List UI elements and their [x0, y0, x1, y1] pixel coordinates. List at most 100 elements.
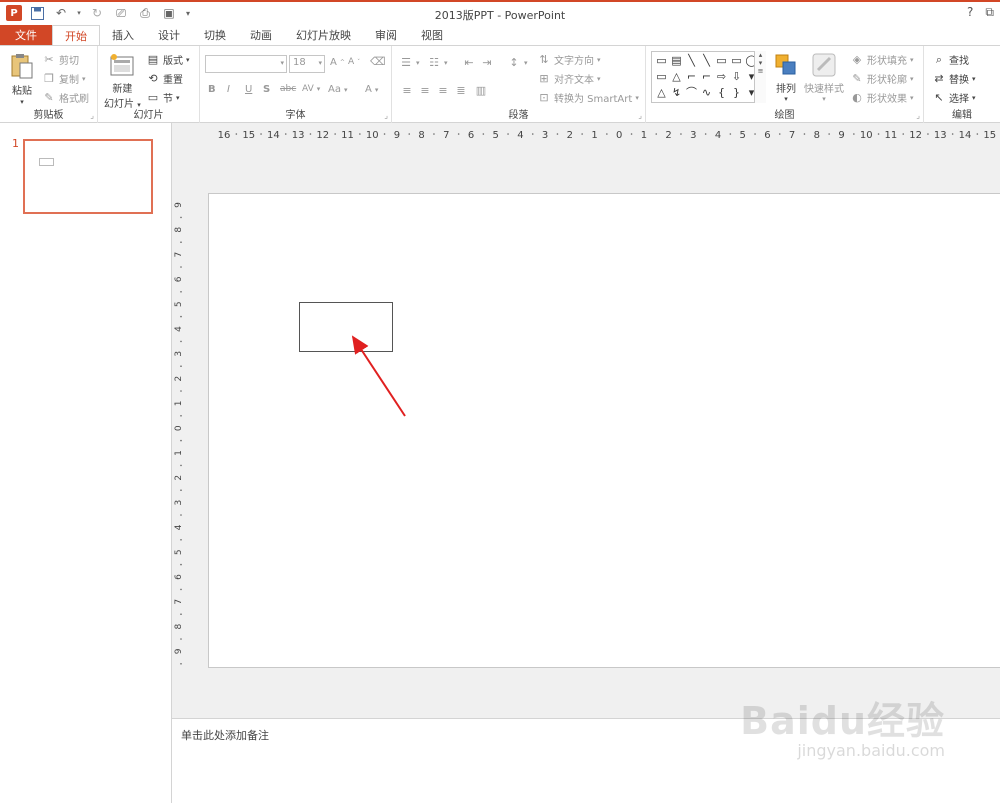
replace-button[interactable]: ⇄ 替换 ▾ [932, 71, 976, 87]
ribbon-display-icon[interactable]: ⧉ [985, 5, 994, 20]
shape-gallery-item[interactable]: ╲ [699, 53, 714, 69]
quick-styles-icon [810, 50, 838, 80]
shape-gallery-item[interactable]: ▭ [714, 53, 729, 69]
section-dropdown-icon: ▾ [176, 93, 180, 102]
align-text-button[interactable]: ⊞ 对齐文本 ▾ [537, 71, 600, 87]
copy-icon: ❐ [44, 71, 54, 85]
shape-outline-button[interactable]: ✎ 形状轮廓 ▾ [850, 71, 913, 87]
shape-gallery-item[interactable]: ╲ [684, 53, 699, 69]
font-launcher-icon[interactable]: ⌟ [384, 111, 388, 120]
tab-design[interactable]: 设计 [146, 25, 192, 45]
tab-review[interactable]: 审阅 [363, 25, 409, 45]
font-color-button[interactable]: A ▾ [365, 84, 378, 95]
font-size-combo[interactable]: 18 ▾ [289, 55, 325, 73]
shape-gallery-item[interactable]: ⇨ [714, 69, 729, 85]
v-ruler-label: 4 [174, 326, 184, 332]
help-icon[interactable]: ? [967, 5, 973, 20]
h-ruler-tick [408, 133, 411, 135]
shape-fill-button[interactable]: ◈ 形状填充 ▾ [850, 52, 914, 68]
rectangle-shape[interactable] [299, 302, 393, 352]
font-size-dropdown-icon: ▾ [318, 59, 322, 67]
drawing-launcher-icon[interactable]: ⌟ [916, 111, 920, 120]
font-name-combo[interactable]: ▾ [205, 55, 287, 73]
format-painter-button[interactable]: ✎ 格式刷 [42, 90, 89, 106]
italic-button[interactable]: I [227, 84, 230, 95]
copy-dropdown-icon: ▾ [82, 74, 86, 83]
gallery-more-icon[interactable]: ≡ [755, 67, 766, 75]
select-dropdown-icon: ▾ [972, 93, 976, 102]
underline-button[interactable]: U [245, 84, 252, 95]
increase-indent-button[interactable]: ⇥ [480, 56, 494, 70]
paste-button[interactable]: 粘贴 ▾ [8, 51, 36, 106]
h-ruler-label: 15 [242, 130, 255, 141]
h-ruler-tick [235, 133, 238, 135]
shape-outline-label: 形状轮廓 [867, 75, 907, 86]
title-bar: P ↶ ▾ ↻ ⎚ ⎙ ▣ ▾ 2013版PPT - PowerPoint ? … [0, 0, 1000, 25]
cut-label: 剪切 [59, 56, 79, 67]
section-button[interactable]: ▭ 节 ▾ [146, 90, 180, 106]
line-spacing-button[interactable]: ↕ ▾ [507, 56, 527, 70]
gallery-up-icon[interactable]: ▴ [755, 51, 766, 59]
tab-animations[interactable]: 动画 [238, 25, 284, 45]
h-ruler-tick [976, 133, 979, 135]
shape-gallery-item[interactable]: ▭ [729, 53, 744, 69]
shape-gallery-item[interactable]: △ [654, 85, 669, 101]
shape-gallery-item[interactable]: ⌒ [684, 85, 699, 101]
character-spacing-button[interactable]: AV ▾ [302, 84, 320, 94]
select-button[interactable]: ↖ 选择 ▾ [932, 90, 976, 106]
shape-gallery-item[interactable]: } [729, 85, 744, 101]
tab-file[interactable]: 文件 [0, 25, 52, 45]
reset-button[interactable]: ⟲ 重置 [146, 71, 183, 87]
strikethrough-button[interactable]: abc [280, 84, 296, 94]
shape-gallery-item[interactable]: ∿ [699, 85, 714, 101]
tab-insert[interactable]: 插入 [100, 25, 146, 45]
grow-font-button[interactable]: A ^ [330, 57, 345, 68]
shapes-gallery-scroll[interactable]: ▴ ▾ ≡ [754, 51, 766, 103]
change-case-button[interactable]: Aa ▾ [328, 84, 347, 95]
tab-home[interactable]: 开始 [52, 25, 100, 45]
align-center-button[interactable]: ≡ [418, 84, 432, 98]
smartart-button[interactable]: ⊡ 转换为 SmartArt ▾ [537, 90, 638, 106]
text-direction-button[interactable]: ⇅ 文字方向 ▾ [537, 52, 600, 68]
h-ruler-label: 13 [292, 130, 305, 141]
layout-button[interactable]: ▤ 版式 ▾ [146, 52, 190, 68]
shape-gallery-item[interactable]: ↯ [669, 85, 684, 101]
arrange-button[interactable]: 排列 ▾ [772, 50, 800, 103]
clipboard-launcher-icon[interactable]: ⌟ [90, 111, 94, 120]
shape-gallery-item[interactable]: ⌐ [699, 69, 714, 85]
align-right-button[interactable]: ≡ [436, 84, 450, 98]
copy-button[interactable]: ❐ 复制 ▾ [42, 71, 86, 87]
justify-button[interactable]: ≣ [454, 84, 468, 98]
clear-formatting-button[interactable]: ⌫ [370, 55, 386, 69]
shapes-gallery[interactable]: ▭ ▤ ╲ ╲ ▭ ▭ ◯ ▭ △ ⌐ ⌐ ⇨ ⇩ ▾ △ ↯ ⌒ ∿{} ▾ [651, 51, 766, 103]
replace-dropdown-icon: ▾ [972, 74, 976, 83]
shape-gallery-item[interactable]: △ [669, 69, 684, 85]
new-slide-button[interactable]: 新建 幻灯片 ▾ [104, 50, 141, 110]
tab-transitions[interactable]: 切换 [192, 25, 238, 45]
slide-canvas[interactable] [208, 193, 1000, 668]
slide-thumbnail[interactable] [23, 139, 153, 214]
shape-gallery-item[interactable]: ▭ [654, 69, 669, 85]
tab-slideshow[interactable]: 幻灯片放映 [284, 25, 363, 45]
shrink-font-button[interactable]: Aˇ [348, 57, 360, 67]
find-button[interactable]: ⌕ 查找 [932, 52, 969, 68]
bold-button[interactable]: B [208, 84, 216, 95]
gallery-down-icon[interactable]: ▾ [755, 59, 766, 67]
align-left-button[interactable]: ≡ [400, 84, 414, 98]
columns-button[interactable]: ▥ [474, 84, 488, 98]
shape-gallery-item[interactable]: ⌐ [684, 69, 699, 85]
shadow-button[interactable]: S [263, 84, 270, 95]
quick-styles-button[interactable]: 快速样式 ▾ [804, 50, 844, 103]
v-ruler-label: 2 [174, 376, 184, 382]
shape-gallery-item[interactable]: ▤ [669, 53, 684, 69]
decrease-indent-button[interactable]: ⇤ [462, 56, 476, 70]
paragraph-launcher-icon[interactable]: ⌟ [638, 111, 642, 120]
numbering-button[interactable]: ☷ ▾ [427, 56, 447, 70]
tab-view[interactable]: 视图 [409, 25, 455, 45]
bullets-button[interactable]: ☰ ▾ [399, 56, 419, 70]
shape-effects-button[interactable]: ◐ 形状效果 ▾ [850, 90, 913, 106]
shape-gallery-item[interactable]: { [714, 85, 729, 101]
shape-gallery-item[interactable]: ▭ [654, 53, 669, 69]
shape-gallery-item[interactable]: ⇩ [729, 69, 744, 85]
cut-button[interactable]: ✂ 剪切 [42, 52, 79, 68]
